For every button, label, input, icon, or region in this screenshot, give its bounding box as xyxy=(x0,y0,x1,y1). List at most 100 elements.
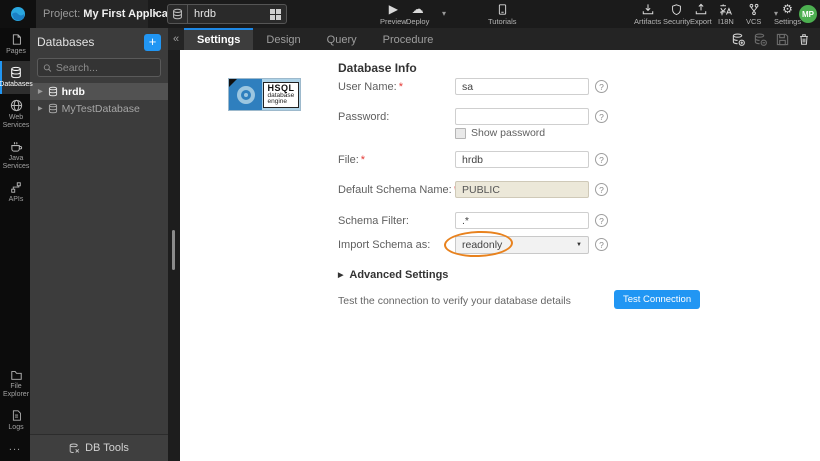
db-tools-button[interactable]: DB Tools xyxy=(30,434,168,461)
help-icon[interactable]: ? xyxy=(595,80,608,93)
database-icon xyxy=(48,103,58,114)
sidebar-item-file-explorer[interactable]: File Explorer xyxy=(0,363,30,404)
settings-button[interactable]: ⚙ Settings ▾ xyxy=(774,3,801,26)
tutorials-button[interactable]: Tutorials xyxy=(488,3,516,26)
wavemaker-logo[interactable] xyxy=(0,0,36,28)
coffee-cup-icon xyxy=(10,140,23,153)
preview-button[interactable]: ▶ Preview xyxy=(380,3,407,26)
security-button[interactable]: Security xyxy=(663,3,690,26)
rail-bottom-group: File Explorer Logs ... xyxy=(0,363,30,459)
databases-panel: Databases + ▶ hrdb ▶ MyT xyxy=(30,28,168,461)
project-breadcrumb[interactable]: Project: My First Application xyxy=(36,0,148,28)
expand-caret-icon: ▶ xyxy=(338,271,343,279)
folder-icon xyxy=(10,368,23,381)
search-input[interactable] xyxy=(56,62,155,74)
default-schema-field[interactable] xyxy=(455,181,589,198)
sidebar-item-pages[interactable]: Pages xyxy=(0,28,30,61)
translate-icon xyxy=(719,3,732,16)
reimport-database-icon[interactable] xyxy=(732,33,745,46)
breadcrumb-chevron-icon: › xyxy=(152,4,157,21)
password-field[interactable] xyxy=(455,108,589,125)
save-icon[interactable] xyxy=(776,33,789,46)
tree-item-hrdb[interactable]: ▶ hrdb xyxy=(30,83,168,100)
panel-title: Databases xyxy=(37,35,144,49)
tab-query[interactable]: Query xyxy=(314,28,370,50)
collapse-panel-button[interactable]: « xyxy=(168,28,184,50)
project-label: Project: xyxy=(43,8,80,20)
sidebar-item-java-services[interactable]: Java Services xyxy=(0,135,30,176)
more-options-icon[interactable]: ... xyxy=(0,437,30,459)
import-schema-label: Import Schema as: xyxy=(338,239,430,251)
search-icon xyxy=(43,63,52,73)
open-entity-tab-hrdb[interactable]: hrdb xyxy=(167,4,287,24)
globe-icon xyxy=(10,99,23,112)
expand-caret-icon[interactable]: ▶ xyxy=(38,105,43,112)
export-button[interactable]: Export ▾ xyxy=(690,3,712,26)
sidebar-item-web-services[interactable]: Web Services xyxy=(0,94,30,135)
show-password-label: Show password xyxy=(471,127,545,139)
workspace-tab-bar: « Settings Design Query Procedure xyxy=(168,28,820,50)
schema-filter-field[interactable] xyxy=(455,212,589,229)
download-icon xyxy=(642,3,654,16)
help-icon[interactable]: ? xyxy=(595,153,608,166)
dropdown-arrow-icon: ▼ xyxy=(576,242,582,248)
user-name-field[interactable] xyxy=(455,78,589,95)
artifacts-button[interactable]: Artifacts xyxy=(634,3,661,26)
cloud-upload-icon: ☁ xyxy=(412,3,424,16)
i18n-button[interactable]: I18N xyxy=(718,3,734,26)
help-icon[interactable]: ? xyxy=(595,238,608,251)
top-bar: Project: My First Application › hrdb ▶ P… xyxy=(0,0,820,28)
advanced-settings-toggle[interactable]: ▶ Advanced Settings xyxy=(338,269,448,281)
tab-actions xyxy=(732,28,810,50)
gear-icon: ⚙ xyxy=(782,3,793,16)
db-tools-icon xyxy=(69,443,80,454)
scrollbar-thumb[interactable] xyxy=(172,230,175,270)
search-box xyxy=(37,58,161,77)
user-avatar[interactable]: MP xyxy=(799,5,817,23)
test-connection-hint: Test the connection to verify your datab… xyxy=(338,295,571,307)
schema-filter-label: Schema Filter: xyxy=(338,215,409,227)
default-schema-label: Default Schema Name:* xyxy=(338,184,458,196)
tree-item-mytestdatabase[interactable]: ▶ MyTestDatabase xyxy=(30,100,168,117)
test-connection-button[interactable]: Test Connection xyxy=(614,290,700,309)
database-icon xyxy=(10,66,22,79)
sidebar-item-apis[interactable]: APIs xyxy=(0,176,30,209)
deploy-button[interactable]: ☁ Deploy ▾ xyxy=(406,3,429,26)
app-window: Project: My First Application › hrdb ▶ P… xyxy=(0,0,820,461)
show-password-checkbox[interactable] xyxy=(455,128,466,139)
tab-design[interactable]: Design xyxy=(253,28,313,50)
tab-settings[interactable]: Settings xyxy=(184,28,253,50)
hsql-logo: HSQL database engine xyxy=(228,78,301,111)
connector-icon xyxy=(10,181,22,194)
shield-icon xyxy=(671,3,682,16)
tree-item-label: hrdb xyxy=(62,86,85,98)
show-password-row: Show password xyxy=(455,127,545,139)
database-icon xyxy=(168,5,188,23)
password-label: Password: xyxy=(338,111,389,123)
section-title: Database Info xyxy=(338,61,417,75)
left-navigation-rail: Pages Databases Web Services xyxy=(0,28,30,461)
vcs-button[interactable]: VCS ▾ xyxy=(746,3,761,26)
sidebar-item-logs[interactable]: Logs xyxy=(0,404,30,437)
branch-icon xyxy=(748,3,760,16)
entity-tab-label: hrdb xyxy=(188,8,270,20)
tree-item-label: MyTestDatabase xyxy=(62,103,140,115)
page-icon xyxy=(11,33,22,46)
tab-procedure[interactable]: Procedure xyxy=(370,28,447,50)
add-database-button[interactable]: + xyxy=(144,34,161,51)
delete-icon[interactable] xyxy=(798,33,810,46)
update-database-icon[interactable] xyxy=(754,33,767,46)
upload-icon xyxy=(695,3,707,16)
grid-view-icon[interactable] xyxy=(270,9,281,20)
databases-panel-header: Databases + xyxy=(30,28,168,56)
help-icon[interactable]: ? xyxy=(595,110,608,123)
sidebar-item-databases[interactable]: Databases xyxy=(0,61,30,94)
help-icon[interactable]: ? xyxy=(595,214,608,227)
database-icon xyxy=(48,86,58,97)
expand-caret-icon[interactable]: ▶ xyxy=(38,88,43,95)
wavemaker-logo-icon xyxy=(10,6,26,22)
import-schema-select[interactable]: readonly ▼ xyxy=(455,236,589,254)
file-field[interactable] xyxy=(455,151,589,168)
help-icon[interactable]: ? xyxy=(595,183,608,196)
hsql-swirl-icon xyxy=(229,79,262,110)
